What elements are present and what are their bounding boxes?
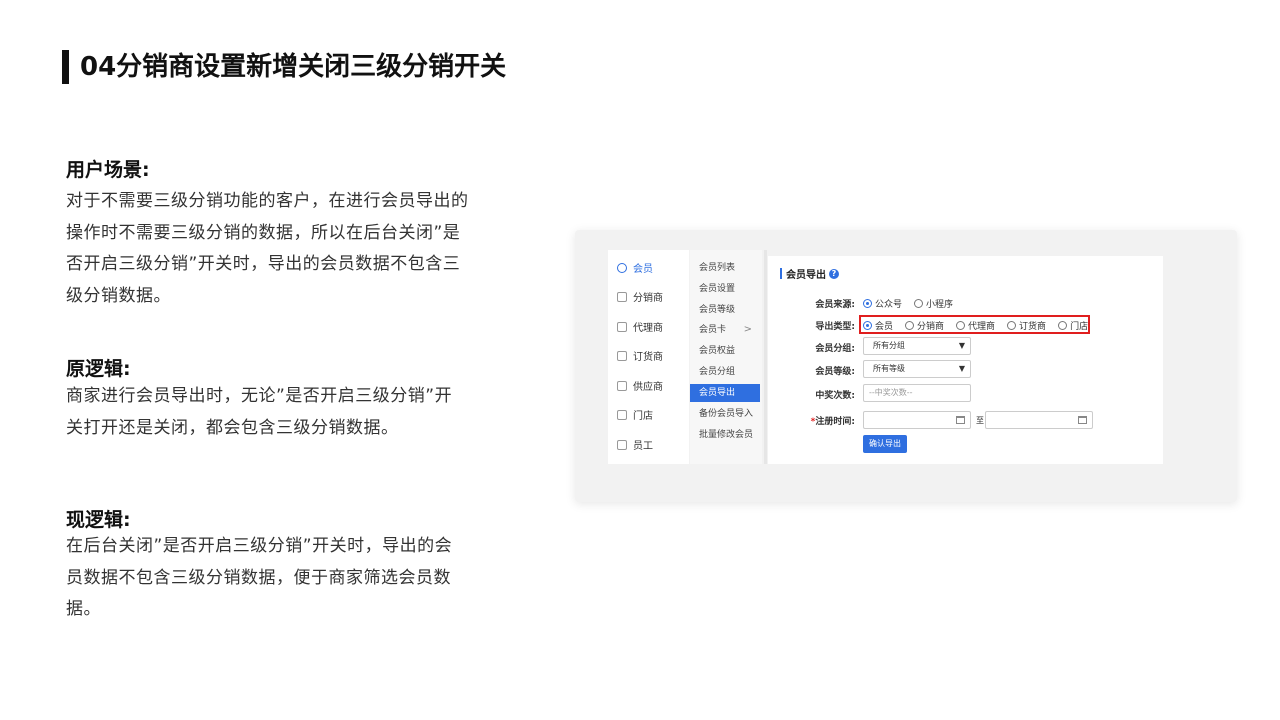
calendar-icon	[956, 416, 965, 424]
export-panel: 会员导出 ? 会员来源: 公众号 小程序 导出类型: 会员 分销商 代理商 订货…	[768, 256, 1163, 464]
sidebar-item-store[interactable]: 门店	[617, 407, 653, 422]
chevron-down-icon: ▼	[958, 341, 965, 350]
sidebar-item-label: 会员	[633, 264, 653, 275]
title-accent-bar	[62, 50, 69, 84]
sidebar-divider	[764, 250, 767, 464]
group-label: 会员分组:	[815, 344, 855, 354]
sidebar-item-distributor[interactable]: 分销商	[617, 289, 663, 304]
prize-count-input[interactable]: --中奖次数--	[863, 384, 971, 402]
submenu-item-member-card[interactable]: 会员卡 >	[690, 321, 760, 339]
submenu-item-member-settings[interactable]: 会员设置	[690, 280, 760, 298]
level-label: 会员等级:	[815, 367, 855, 377]
panel-title-accent	[780, 268, 782, 279]
type-label: 导出类型:	[815, 322, 855, 332]
section-heading-new-logic: 现逻辑:	[66, 509, 131, 531]
help-icon[interactable]: ?	[829, 268, 839, 279]
range-separator: 至	[976, 416, 984, 425]
submenu-item-member-rights[interactable]: 会员权益	[690, 342, 760, 360]
group-select[interactable]: 所有分组 ▼	[863, 337, 971, 355]
level-select-value: 所有等级	[873, 364, 905, 373]
section-heading-old-logic: 原逻辑:	[66, 358, 131, 380]
text-line: 级分销数据。	[66, 285, 171, 306]
source-label: 会员来源:	[815, 300, 855, 310]
sidebar-item-label: 供应商	[633, 382, 663, 393]
source-radio-group: 公众号 小程序	[863, 297, 965, 310]
page-title: 04分销商设置新增关闭三级分销开关	[80, 52, 507, 82]
reg-time-label: *注册时间:	[811, 414, 855, 427]
level-select[interactable]: 所有等级 ▼	[863, 360, 971, 378]
chevron-right-icon: >	[743, 324, 752, 335]
group-select-value: 所有分组	[873, 341, 905, 350]
distributor-icon	[617, 291, 627, 302]
radio-unselected-icon	[914, 299, 924, 308]
radio-label: 小程序	[926, 300, 954, 310]
secondary-sidebar: 会员列表 会员设置 会员等级 会员卡 > 会员权益 会员分组 会员导出 备份会员导…	[690, 250, 762, 464]
text-line: 据。	[66, 599, 101, 619]
member-icon	[617, 262, 627, 273]
sidebar-item-staff[interactable]: 员工	[617, 437, 653, 452]
supplier-icon	[617, 380, 627, 391]
store-icon	[617, 409, 627, 420]
text-line: 商家进行会员导出时，无论”是否开启三级分销”开	[66, 386, 453, 406]
submenu-item-member-level[interactable]: 会员等级	[690, 301, 760, 319]
submenu-item-member-list[interactable]: 会员列表	[690, 259, 760, 277]
reg-time-start-input[interactable]	[863, 411, 971, 429]
reg-time-label-text: 注册时间:	[815, 417, 855, 427]
sidebar-item-agent[interactable]: 代理商	[617, 319, 663, 334]
text-line: 员数据不包含三级分销数据，便于商家筛选会员数	[66, 567, 451, 588]
panel-title-text: 会员导出	[786, 270, 826, 281]
confirm-export-button[interactable]: 确认导出	[863, 435, 907, 453]
submenu-item-label: 会员卡	[699, 325, 727, 335]
sidebar-item-orderer[interactable]: 订货商	[617, 348, 663, 363]
submenu-item-backup-import[interactable]: 备份会员导入	[690, 405, 760, 423]
section-body-scenario: 对于不需要三级分销功能的客户，在进行会员导出的 操作时不需要三级分销的数据，所以…	[66, 186, 506, 312]
section-body-new-logic: 在后台关闭”是否开启三级分销”开关时，导出的会 员数据不包含三级分销数据，便于商…	[66, 531, 506, 626]
sidebar-item-supplier[interactable]: 供应商	[617, 378, 663, 393]
radio-selected-icon	[863, 299, 872, 308]
section-body-old-logic: 商家进行会员导出时，无论”是否开启三级分销”开 关打开还是关闭，都会包含三级分销…	[66, 381, 506, 444]
reg-time-end-input[interactable]	[985, 411, 1093, 429]
submenu-item-batch-edit[interactable]: 批量修改会员	[690, 426, 760, 444]
highlight-box	[859, 315, 1090, 334]
prize-count-label: 中奖次数:	[815, 391, 855, 401]
submenu-item-member-group[interactable]: 会员分组	[690, 363, 760, 381]
agent-icon	[617, 321, 627, 332]
text-line: 否开启三级分销”开关时，导出的会员数据不包含三	[66, 254, 461, 274]
sidebar-item-label: 门店	[633, 411, 653, 422]
text-line: 对于不需要三级分销功能的客户，在进行会员导出的	[66, 191, 469, 211]
radio-source-official[interactable]: 公众号	[863, 297, 902, 310]
sidebar-item-label: 订货商	[633, 352, 663, 363]
staff-icon	[617, 439, 627, 450]
panel-title: 会员导出 ?	[780, 266, 839, 281]
radio-label: 公众号	[875, 300, 903, 310]
chevron-down-icon: ▼	[958, 364, 965, 373]
submenu-item-member-export[interactable]: 会员导出	[690, 384, 760, 402]
sidebar-item-member[interactable]: 会员	[617, 260, 653, 275]
calendar-icon	[1078, 416, 1087, 424]
primary-sidebar: 会员 分销商 代理商 订货商 供应商 门店 员工	[608, 250, 689, 464]
sidebar-item-label: 员工	[633, 441, 653, 452]
text-line: 关打开还是关闭，都会包含三级分销数据。	[66, 417, 399, 438]
text-line: 操作时不需要三级分销的数据，所以在后台关闭”是	[66, 222, 461, 243]
text-line: 在后台关闭”是否开启三级分销”开关时，导出的会	[66, 536, 453, 556]
section-heading-scenario: 用户场景:	[66, 159, 150, 181]
sidebar-item-label: 代理商	[633, 323, 663, 334]
orderer-icon	[617, 350, 627, 361]
radio-source-miniprogram[interactable]: 小程序	[914, 297, 953, 310]
sidebar-item-label: 分销商	[633, 293, 663, 304]
